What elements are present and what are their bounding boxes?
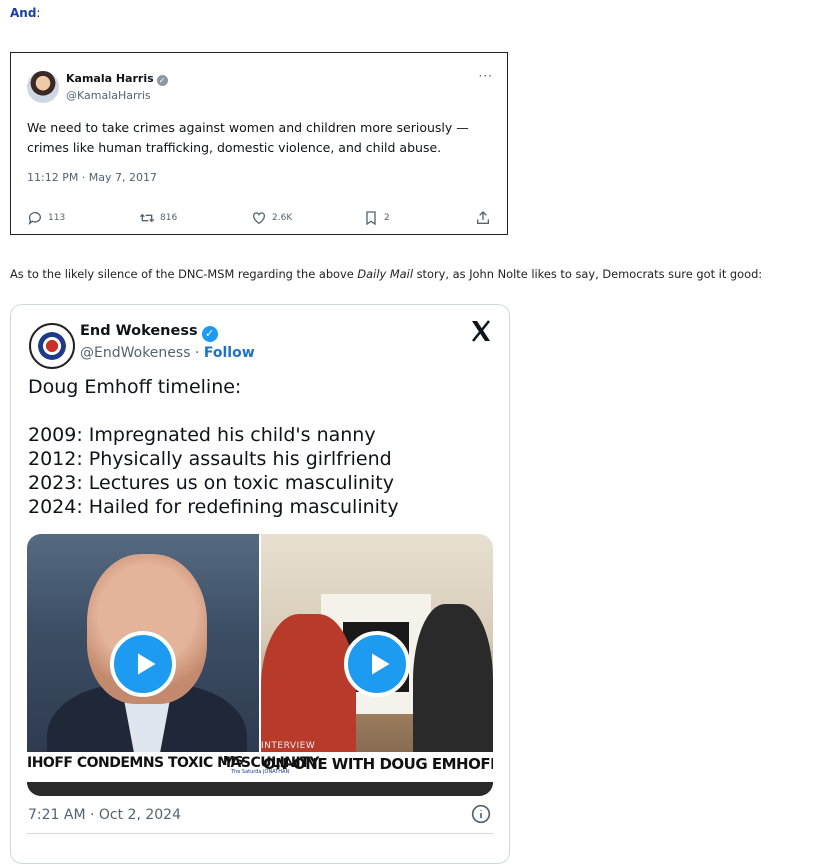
avatar — [27, 71, 59, 103]
msnbc-logo: MS — [223, 754, 244, 768]
author-handle-row: @EndWokeness · Follow — [80, 345, 255, 361]
tweet-screenshot-kamala: Kamala Harris ✓ @KamalaHarris ··· We need… — [10, 52, 508, 235]
intro-bold: And — [10, 6, 37, 20]
verified-icon: ✓ — [201, 326, 218, 342]
tweet-line: 2009: Impregnated his child's nanny — [28, 424, 376, 446]
publication-name: Daily Mail — [357, 267, 413, 281]
bookmark-icon — [366, 211, 376, 226]
tweet-timestamp: 11:12 PM · May 7, 2017 — [27, 171, 158, 184]
right-caption: ON-ONE WITH DOUG EMHOFF — [263, 755, 493, 773]
tweet-text: We need to take crimes against women and… — [27, 120, 469, 155]
tweet-timestamp[interactable]: 7:21 AM · Oct 2, 2024 — [28, 807, 181, 823]
tweet-line: 2023: Lectures us on toxic masculinity — [28, 472, 394, 494]
author-handle: @KamalaHarris — [66, 89, 151, 102]
author-handle[interactable]: @EndWokeness — [80, 345, 191, 361]
reply-icon — [28, 212, 41, 225]
play-icon — [372, 653, 390, 675]
reply-count: 113 — [27, 210, 65, 226]
tweet-line: 2024: Hailed for redefining masculinity — [28, 496, 399, 518]
tweet-line: 2012: Physically assaults his girlfriend — [28, 448, 392, 470]
follow-button[interactable]: Follow — [204, 345, 255, 361]
tweet-line: Doug Emhoff timeline: — [28, 376, 242, 398]
intro-line: And: — [10, 6, 40, 20]
info-icon[interactable] — [471, 804, 491, 824]
bookmark-count: 2 — [363, 210, 390, 226]
verified-icon: ✓ — [156, 75, 168, 86]
play-button[interactable] — [344, 631, 410, 697]
avatar[interactable] — [29, 323, 75, 369]
tweet-actions: 113 816 2.6K 2 — [27, 210, 493, 228]
interview-tag: INTERVIEW — [261, 741, 316, 751]
embedded-tweet-endwokeness[interactable]: End Wokeness ✓ @EndWokeness · Follow Doug… — [10, 304, 510, 864]
video-lower-third: INTERVIEW IHOFF CONDEMNS TOXIC MASCULINI… — [27, 741, 493, 782]
intro-colon: : — [36, 6, 41, 20]
retweet-icon — [139, 213, 155, 223]
like-count: 2.6K — [251, 210, 292, 226]
divider — [27, 833, 493, 834]
like-icon — [253, 212, 265, 225]
retweet-count: 816 — [139, 210, 177, 226]
author-name[interactable]: End Wokeness ✓ — [80, 323, 218, 342]
author-name: Kamala Harris ✓ — [66, 72, 168, 86]
play-icon — [138, 653, 156, 675]
more-icon: ··· — [478, 69, 493, 83]
share-icon — [477, 211, 489, 224]
tweet-media: INTERVIEW IHOFF CONDEMNS TOXIC MASCULINI… — [27, 534, 493, 796]
tweet-line — [28, 399, 488, 423]
body-paragraph: As to the likely silence of the DNC-MSM … — [10, 267, 763, 281]
play-button[interactable] — [110, 631, 176, 697]
x-logo-icon[interactable] — [469, 319, 493, 343]
tweet-text: Doug Emhoff timeline: 2009: Impregnated … — [28, 375, 488, 519]
share — [475, 210, 491, 226]
